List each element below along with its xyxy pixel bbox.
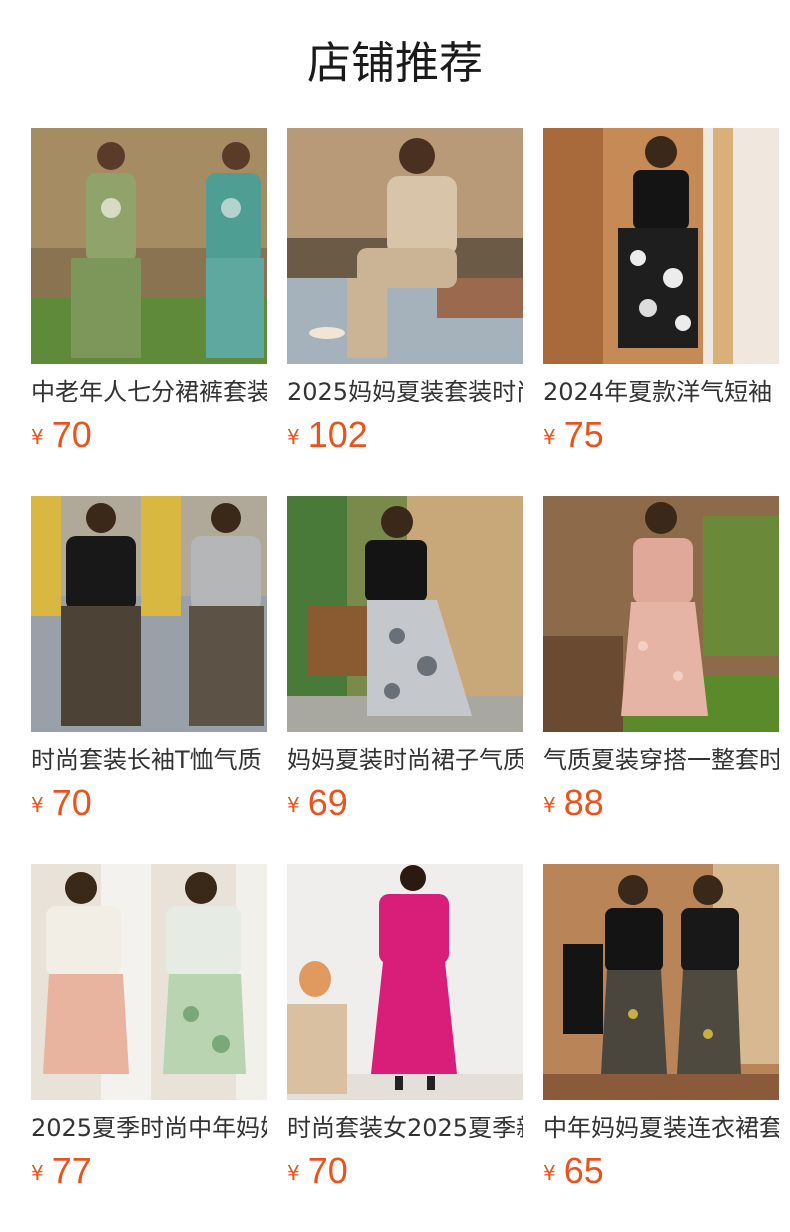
product-name[interactable]: 中老年人七分裙裤套装 — [31, 376, 267, 408]
product-name[interactable]: 时尚套装长袖T恤气质 — [31, 744, 267, 776]
product-name[interactable]: 2025夏季时尚中年妈妈 — [31, 1112, 267, 1144]
product-image[interactable] — [287, 128, 523, 364]
product-name[interactable]: 妈妈夏装时尚裙子气质 — [287, 744, 523, 776]
price-amount: 102 — [307, 414, 368, 455]
price-amount: 88 — [563, 782, 604, 823]
product-name[interactable]: 2024年夏款洋气短袖 — [543, 376, 779, 408]
price-amount: 65 — [563, 1150, 604, 1191]
product-image[interactable] — [287, 496, 523, 732]
product-image[interactable] — [543, 496, 779, 732]
product-image[interactable] — [543, 864, 779, 1100]
currency-symbol: ¥ — [543, 1161, 556, 1185]
product-price: ¥77 — [31, 1150, 92, 1192]
price-amount: 70 — [51, 414, 92, 455]
currency-symbol: ¥ — [31, 425, 44, 449]
product-card[interactable]: 中老年人七分裙裤套装 ¥70 — [31, 128, 267, 496]
currency-symbol: ¥ — [543, 425, 556, 449]
product-card[interactable]: 妈妈夏装时尚裙子气质 ¥69 — [287, 496, 523, 864]
price-amount: 69 — [307, 782, 348, 823]
price-amount: 75 — [563, 414, 604, 455]
product-price: ¥69 — [287, 782, 348, 824]
currency-symbol: ¥ — [287, 425, 300, 449]
product-image[interactable] — [31, 496, 267, 732]
product-image[interactable] — [31, 128, 267, 364]
page-title: 店铺推荐 — [307, 38, 483, 89]
product-card[interactable]: 气质夏装穿搭一整套时 ¥88 — [543, 496, 779, 864]
product-price: ¥70 — [287, 1150, 348, 1192]
price-amount: 70 — [307, 1150, 348, 1191]
product-image[interactable] — [543, 128, 779, 364]
product-price: ¥88 — [543, 782, 604, 824]
price-amount: 77 — [51, 1150, 92, 1191]
currency-symbol: ¥ — [31, 1161, 44, 1185]
product-card[interactable]: 2025夏季时尚中年妈妈 ¥77 — [31, 864, 267, 1232]
product-price: ¥70 — [31, 782, 92, 824]
product-name[interactable]: 气质夏装穿搭一整套时 — [543, 744, 779, 776]
product-price: ¥65 — [543, 1150, 604, 1192]
product-card[interactable]: 2024年夏款洋气短袖 ¥75 — [543, 128, 779, 496]
product-card[interactable]: 2025妈妈夏装套装时尚 ¥102 — [287, 128, 523, 496]
product-card[interactable]: 中年妈妈夏装连衣裙套 ¥65 — [543, 864, 779, 1232]
product-price: ¥102 — [287, 414, 368, 456]
product-image[interactable] — [31, 864, 267, 1100]
currency-symbol: ¥ — [31, 793, 44, 817]
currency-symbol: ¥ — [543, 793, 556, 817]
product-name[interactable]: 中年妈妈夏装连衣裙套 — [543, 1112, 779, 1144]
product-grid: 中老年人七分裙裤套装 ¥70 2025妈妈夏装套装时尚 ¥102 2024年夏款… — [31, 128, 779, 1232]
product-name[interactable]: 时尚套装女2025夏季新 — [287, 1112, 523, 1144]
product-price: ¥75 — [543, 414, 604, 456]
product-price: ¥70 — [31, 414, 92, 456]
product-card[interactable]: 时尚套装长袖T恤气质 ¥70 — [31, 496, 267, 864]
currency-symbol: ¥ — [287, 1161, 300, 1185]
currency-symbol: ¥ — [287, 793, 300, 817]
price-amount: 70 — [51, 782, 92, 823]
product-image[interactable] — [287, 864, 523, 1100]
product-name[interactable]: 2025妈妈夏装套装时尚 — [287, 376, 523, 408]
product-card[interactable]: 时尚套装女2025夏季新 ¥70 — [287, 864, 523, 1232]
